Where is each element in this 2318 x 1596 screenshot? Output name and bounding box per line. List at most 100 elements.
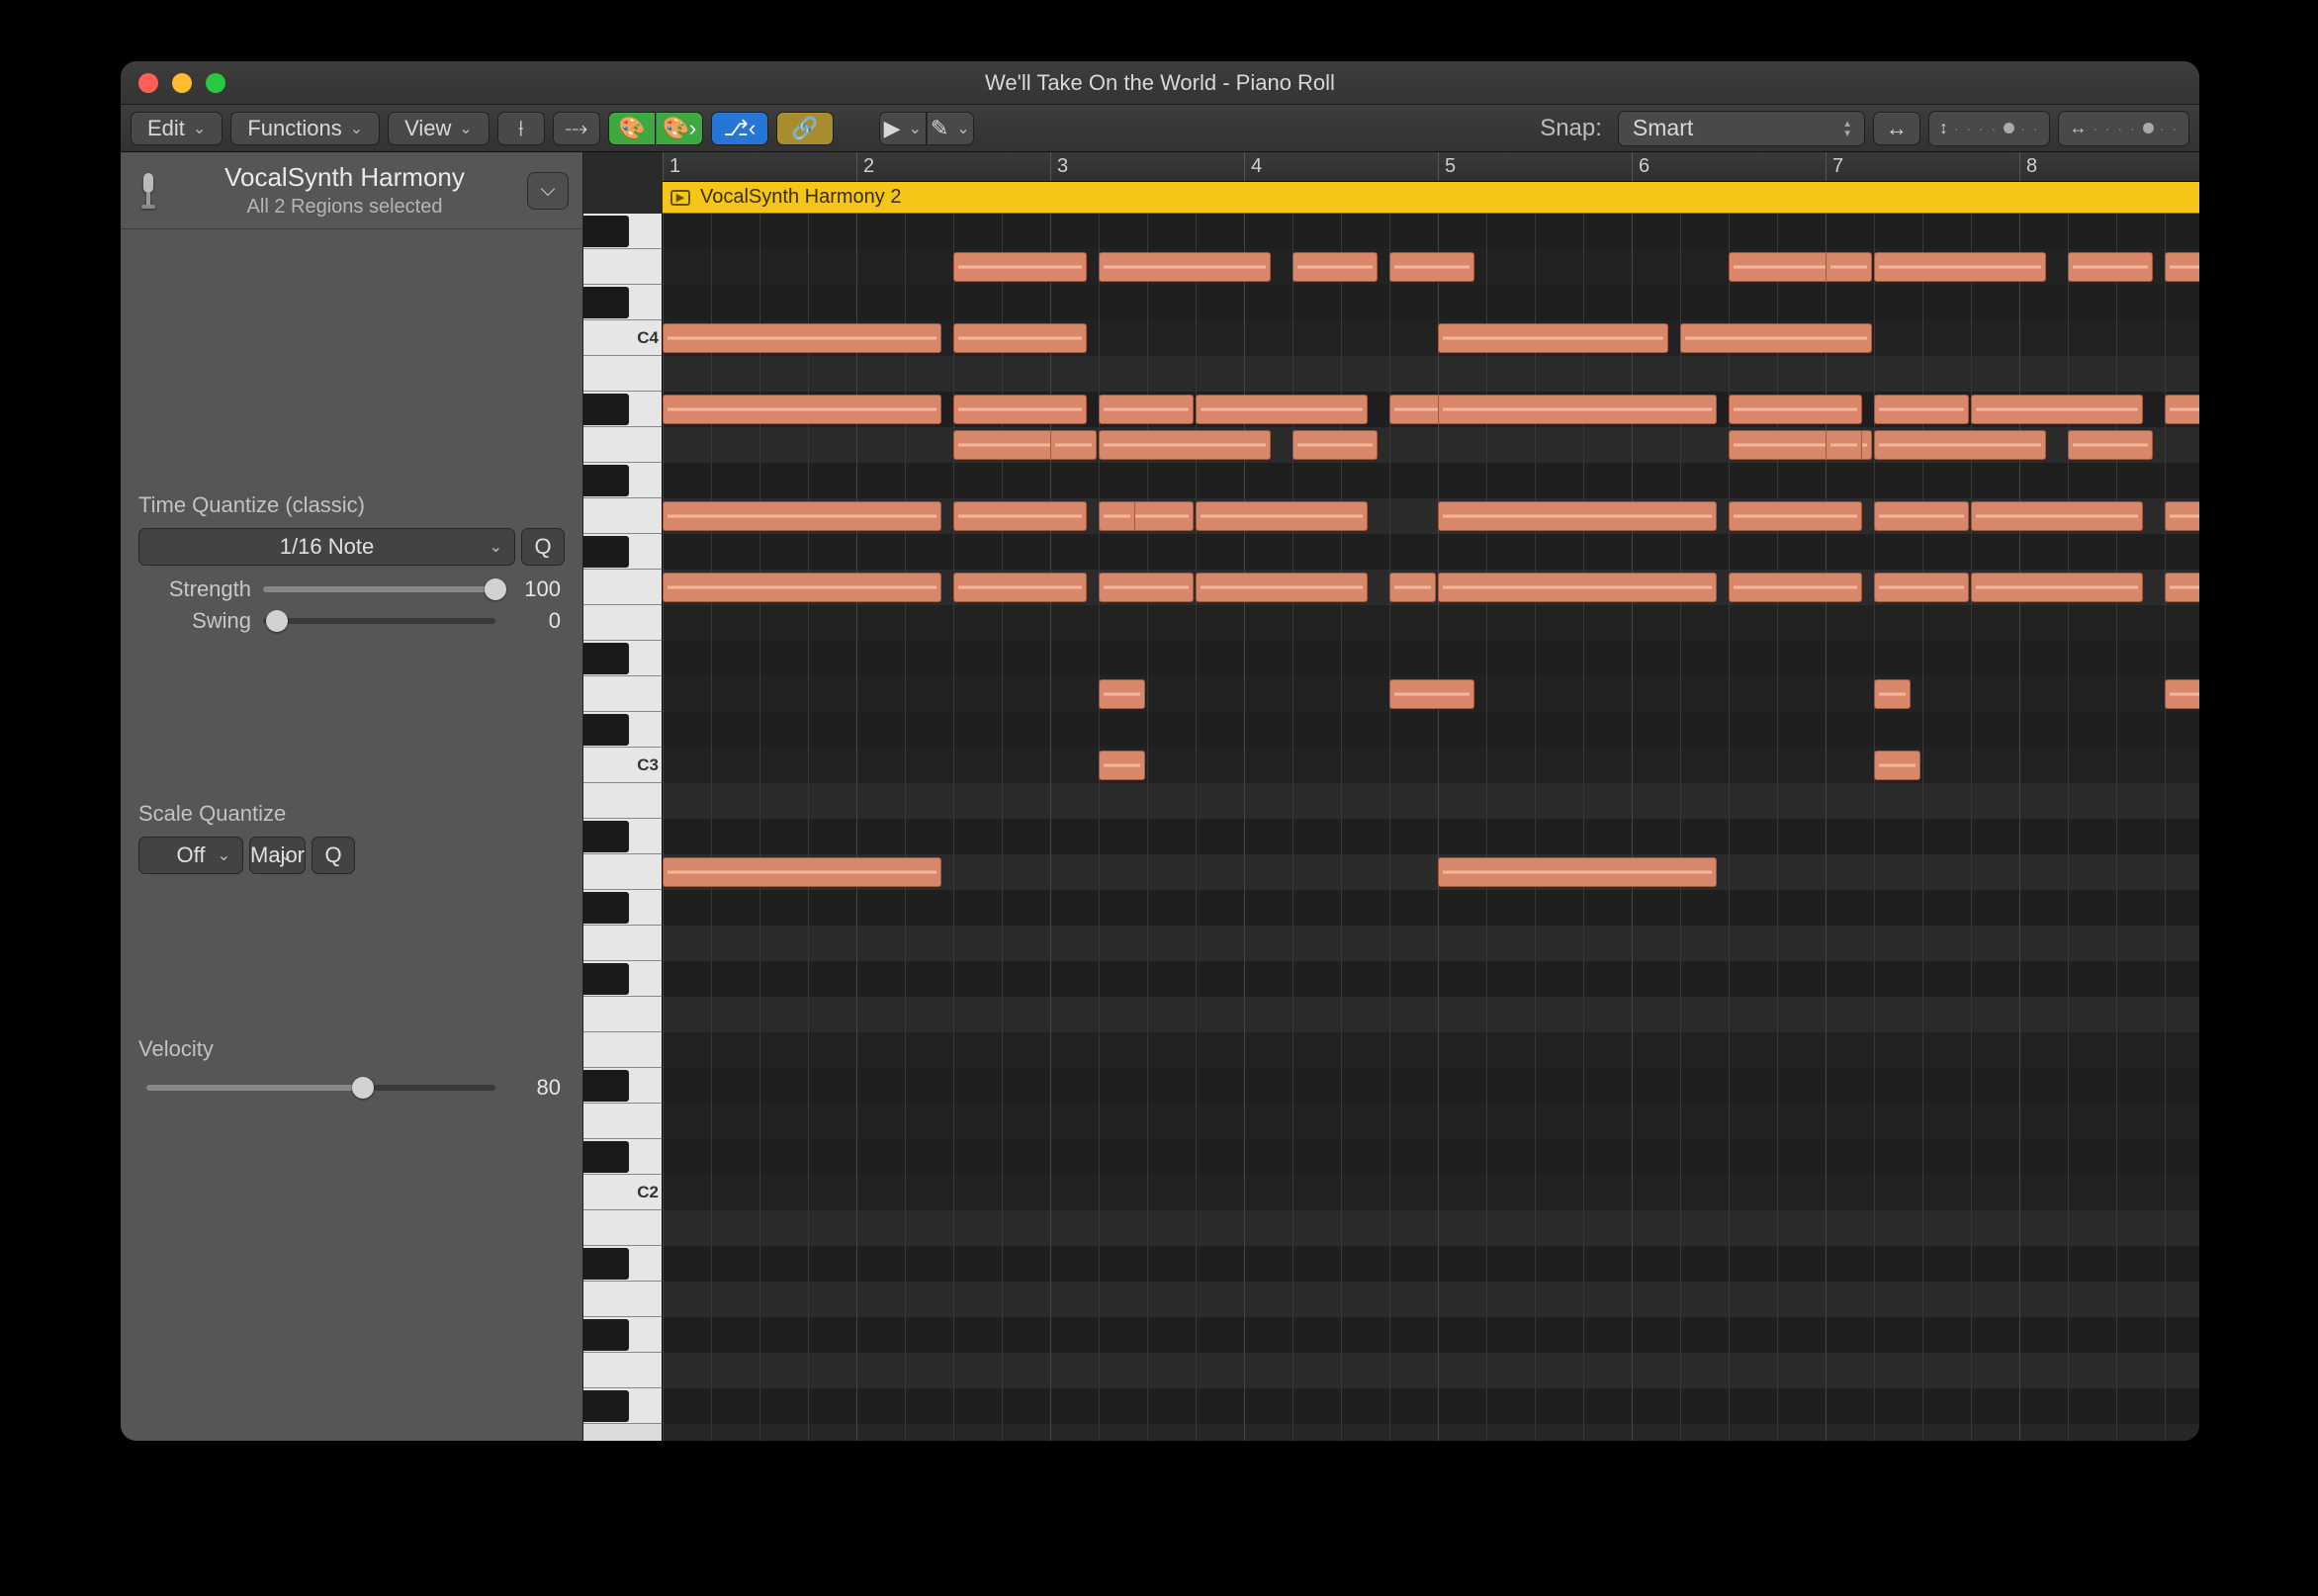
midi-note[interactable] — [1438, 323, 1668, 353]
midi-note[interactable] — [1971, 501, 2143, 531]
piano-key-black[interactable] — [583, 465, 629, 496]
snap-fit-button[interactable]: ↔ — [1873, 112, 1920, 145]
collapse-button[interactable]: ⟊ — [497, 112, 545, 145]
midi-note[interactable] — [1196, 501, 1368, 531]
midi-note[interactable] — [953, 395, 1087, 424]
midi-note[interactable] — [663, 395, 941, 424]
piano-key[interactable] — [583, 1353, 662, 1388]
midi-note[interactable] — [663, 857, 941, 887]
midi-note[interactable] — [1438, 395, 1717, 424]
midi-note[interactable] — [953, 573, 1087, 602]
midi-note[interactable] — [2165, 573, 2199, 602]
piano-key[interactable] — [583, 427, 662, 463]
midi-note[interactable] — [1099, 395, 1194, 424]
ruler-bar-4[interactable]: 4 — [1244, 152, 1262, 181]
piano-key[interactable] — [583, 570, 662, 605]
midi-note[interactable] — [1293, 252, 1378, 282]
strength-slider[interactable] — [263, 586, 495, 592]
midi-note[interactable] — [1874, 573, 1969, 602]
midi-note[interactable] — [2165, 252, 2199, 282]
piano-key-black[interactable] — [583, 216, 629, 247]
scale-apply-button[interactable]: Q — [312, 837, 355, 874]
vertical-zoom[interactable]: ↕ · · · · · · — [1928, 111, 2051, 146]
midi-note[interactable] — [2068, 252, 2153, 282]
midi-note[interactable] — [1196, 573, 1368, 602]
zoom-handle[interactable] — [2004, 123, 2014, 133]
piano-key[interactable] — [583, 1210, 662, 1246]
piano-key-black[interactable] — [583, 1319, 629, 1351]
midi-note[interactable] — [2068, 430, 2153, 460]
midi-note[interactable] — [1389, 252, 1474, 282]
zoom-handle[interactable] — [2143, 123, 2154, 133]
piano-key-black[interactable] — [583, 394, 629, 425]
midi-note[interactable] — [1826, 430, 1862, 460]
midi-note[interactable] — [1389, 679, 1474, 709]
link-button[interactable]: 🔗 — [776, 112, 834, 145]
midi-note[interactable] — [1971, 573, 2143, 602]
midi-note[interactable] — [1874, 395, 1969, 424]
pencil-tool[interactable]: ✎⌄ — [927, 112, 974, 145]
midi-note[interactable] — [1099, 252, 1271, 282]
edit-menu[interactable]: Edit ⌄ — [131, 112, 223, 145]
slider-thumb[interactable] — [485, 578, 506, 600]
midi-note[interactable] — [1874, 679, 1911, 709]
zoom-icon[interactable] — [206, 73, 225, 93]
midi-note[interactable] — [953, 501, 1087, 531]
ruler-bar-1[interactable]: 1 — [663, 152, 680, 181]
piano-key-black[interactable] — [583, 643, 629, 674]
midi-note[interactable] — [1680, 323, 1872, 353]
midi-note[interactable] — [1729, 395, 1862, 424]
ruler-bar-7[interactable]: 7 — [1826, 152, 1843, 181]
timeline-ruler[interactable]: 12345678 — [663, 152, 2199, 182]
ruler-bar-5[interactable]: 5 — [1438, 152, 1456, 181]
piano-keyboard[interactable]: C4C3C2 — [583, 214, 663, 1441]
midi-note[interactable] — [1874, 751, 1920, 780]
catch-button[interactable]: ⤏ — [553, 112, 600, 145]
piano-key[interactable] — [583, 854, 662, 890]
pointer-tool[interactable]: ▶⌄ — [879, 112, 927, 145]
piano-key-black[interactable] — [583, 963, 629, 995]
piano-key[interactable] — [583, 605, 662, 641]
midi-note[interactable] — [1099, 573, 1194, 602]
midi-note[interactable] — [1438, 857, 1717, 887]
piano-key-black[interactable] — [583, 714, 629, 746]
midi-note[interactable] — [1438, 573, 1717, 602]
region-header[interactable]: VocalSynth Harmony 2 — [663, 182, 2199, 214]
piano-key[interactable] — [583, 676, 662, 712]
piano-key-black[interactable] — [583, 821, 629, 852]
piano-key-black[interactable] — [583, 287, 629, 318]
midi-note[interactable] — [1099, 751, 1145, 780]
scale-onoff-select[interactable]: Off ⌄ — [138, 837, 243, 874]
midi-grid[interactable] — [663, 214, 2199, 1441]
piano-key[interactable] — [583, 783, 662, 819]
midi-note[interactable] — [1874, 430, 2046, 460]
piano-key[interactable] — [583, 498, 662, 534]
piano-key-black[interactable] — [583, 1070, 629, 1102]
close-icon[interactable] — [138, 73, 158, 93]
piano-key-black[interactable] — [583, 892, 629, 924]
midi-note[interactable] — [1874, 501, 1969, 531]
midi-note[interactable] — [1971, 395, 2143, 424]
slider-thumb[interactable] — [266, 610, 288, 632]
midi-note[interactable] — [1099, 430, 1271, 460]
piano-key[interactable] — [583, 1104, 662, 1139]
midi-note[interactable] — [663, 573, 941, 602]
midi-note[interactable] — [1729, 573, 1862, 602]
midi-note[interactable] — [663, 501, 941, 531]
midi-in-button[interactable]: 🎨 — [608, 112, 656, 145]
midi-note[interactable] — [2165, 679, 2199, 709]
midi-note[interactable] — [1389, 573, 1436, 602]
midi-note[interactable] — [1196, 395, 1368, 424]
piano-key[interactable] — [583, 1032, 662, 1068]
piano-key[interactable] — [583, 926, 662, 961]
snap-select[interactable]: Smart ▴▾ — [1618, 111, 1865, 146]
scale-type-select[interactable]: Major ⌄ — [249, 837, 306, 874]
functions-menu[interactable]: Functions ⌄ — [230, 112, 380, 145]
ruler-bar-8[interactable]: 8 — [2019, 152, 2037, 181]
ruler-bar-6[interactable]: 6 — [1632, 152, 1649, 181]
midi-note[interactable] — [663, 323, 941, 353]
midi-note[interactable] — [1438, 501, 1717, 531]
horizontal-zoom[interactable]: ↔ · · · · · · — [2058, 111, 2189, 146]
quantize-apply-button[interactable]: Q — [521, 528, 565, 566]
midi-note[interactable] — [2165, 501, 2199, 531]
